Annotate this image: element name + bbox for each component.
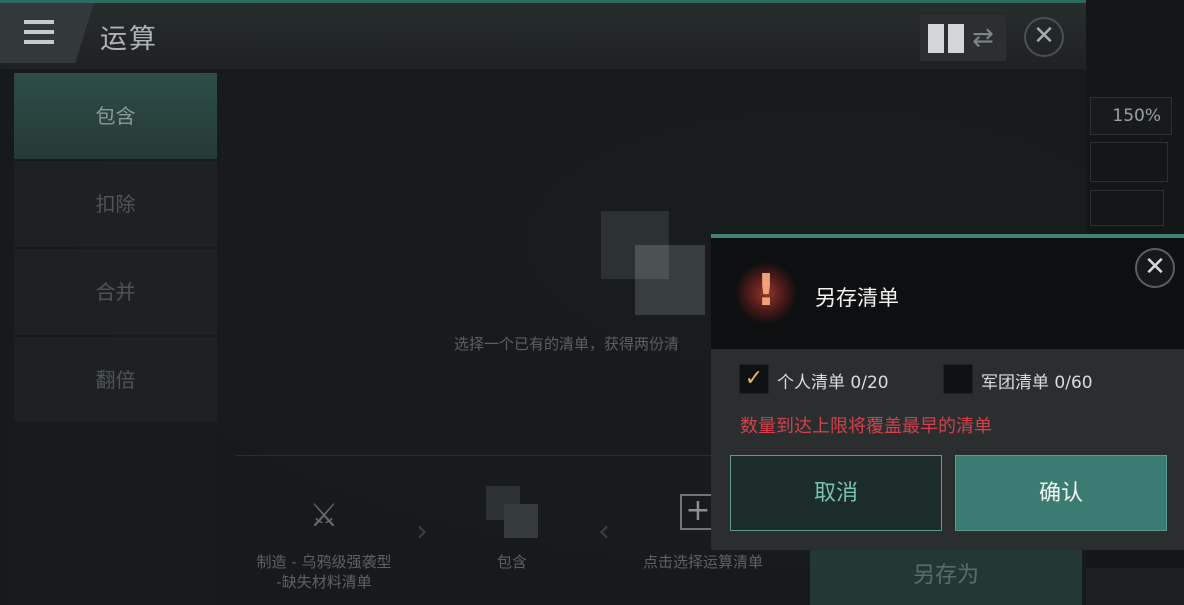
tab-deduct[interactable]: 扣除 (14, 161, 217, 247)
calc-header: 运算 ⇄ ✕ (0, 3, 1086, 69)
calc-close-button[interactable]: ✕ (1024, 17, 1064, 57)
menu-button[interactable] (0, 3, 94, 63)
confirm-button[interactable]: 确认 (955, 455, 1167, 531)
corps-list-label: 军团清单 0/60 (981, 373, 1093, 393)
chevron-left-icon: ‹ (598, 514, 610, 549)
source-list-label[interactable]: 制造 - 乌鸦级强袭型 -缺失材料清单 (236, 552, 412, 592)
target-list-label[interactable]: 点击选择运算清单 (628, 552, 778, 572)
hint-text: 选择一个已有的清单，获得两份清 (454, 335, 680, 353)
save-as-button[interactable]: 另存为 (810, 544, 1082, 605)
right-panel-field (1090, 190, 1164, 226)
calc-title: 运算 (100, 24, 158, 55)
zoom-readout: 150% (1090, 97, 1172, 135)
tab-include[interactable]: 包含 (14, 73, 217, 159)
crossed-tools-icon: ⚔ (309, 496, 339, 534)
save-list-dialog: ! 另存清单 ✕ ✓ 个人清单 0/20 军团清单 0/60 数量到达上限将覆盖… (711, 234, 1184, 550)
dialog-body: ✓ 个人清单 0/20 军团清单 0/60 数量到达上限将覆盖最早的清单 取消 … (711, 349, 1184, 550)
operation-tabs: 包含 扣除 合并 翻倍 (14, 73, 217, 425)
operation-icon (486, 486, 538, 538)
close-icon: ✕ (1033, 21, 1055, 51)
tab-merge[interactable]: 合并 (14, 249, 217, 335)
chevron-right-icon: › (416, 514, 428, 549)
right-panel-field (1090, 142, 1168, 182)
layout-toggle-button[interactable]: ⇄ (920, 15, 1006, 61)
cancel-button[interactable]: 取消 (730, 455, 942, 531)
empty-list-icon (601, 211, 705, 315)
personal-list-label: 个人清单 0/20 (777, 373, 889, 393)
corps-list-checkbox[interactable] (943, 364, 973, 394)
dialog-close-button[interactable]: ✕ (1135, 248, 1175, 288)
dialog-title: 另存清单 (815, 286, 899, 310)
dialog-header: ! 另存清单 ✕ (711, 234, 1184, 349)
right-panel-footer (1086, 568, 1184, 605)
tabs-filler (14, 421, 217, 605)
personal-list-checkbox[interactable]: ✓ (739, 364, 769, 394)
exclamation-icon: ! (755, 265, 777, 316)
tab-double[interactable]: 翻倍 (14, 337, 217, 423)
operation-label: 包含 (496, 553, 527, 571)
close-icon: ✕ (1144, 252, 1166, 282)
checkmark-icon: ✓ (744, 366, 764, 391)
overwrite-warning: 数量到达上限将覆盖最早的清单 (740, 416, 992, 437)
